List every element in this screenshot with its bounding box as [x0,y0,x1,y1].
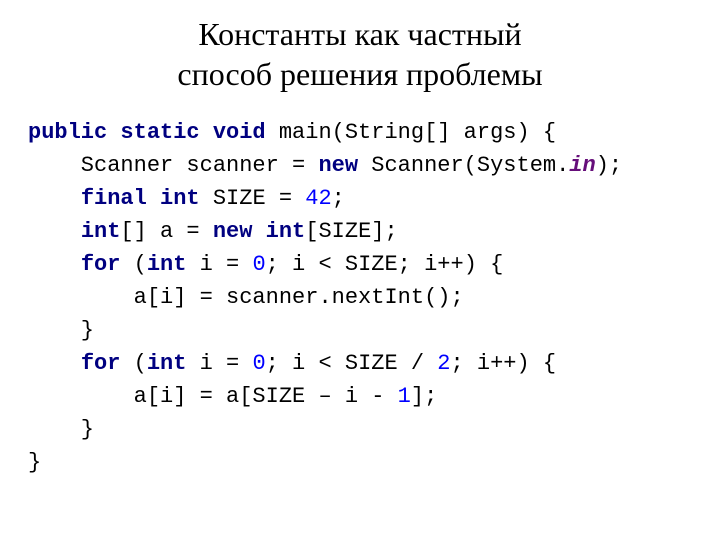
code-line-4: int[] a = new int[SIZE]; [28,219,398,244]
code-line-11: } [28,450,41,475]
slide: Константы как частный способ решения про… [0,0,720,493]
code-line-10: } [28,417,94,442]
code-line-7: } [28,318,94,343]
code-block: public static void main(String[] args) {… [28,116,692,479]
title-line-1: Константы как частный [198,16,521,52]
title-line-2: способ решения проблемы [177,56,542,92]
code-line-2: Scanner scanner = new Scanner(System.in)… [28,153,622,178]
code-line-5: for (int i = 0; i < SIZE; i++) { [28,252,503,277]
code-line-1: public static void main(String[] args) { [28,120,556,145]
slide-title: Константы как частный способ решения про… [28,14,692,94]
code-line-6: a[i] = scanner.nextInt(); [28,285,464,310]
code-line-3: final int SIZE = 42; [28,186,345,211]
code-line-8: for (int i = 0; i < SIZE / 2; i++) { [28,351,556,376]
code-line-9: a[i] = a[SIZE – i - 1]; [28,384,437,409]
